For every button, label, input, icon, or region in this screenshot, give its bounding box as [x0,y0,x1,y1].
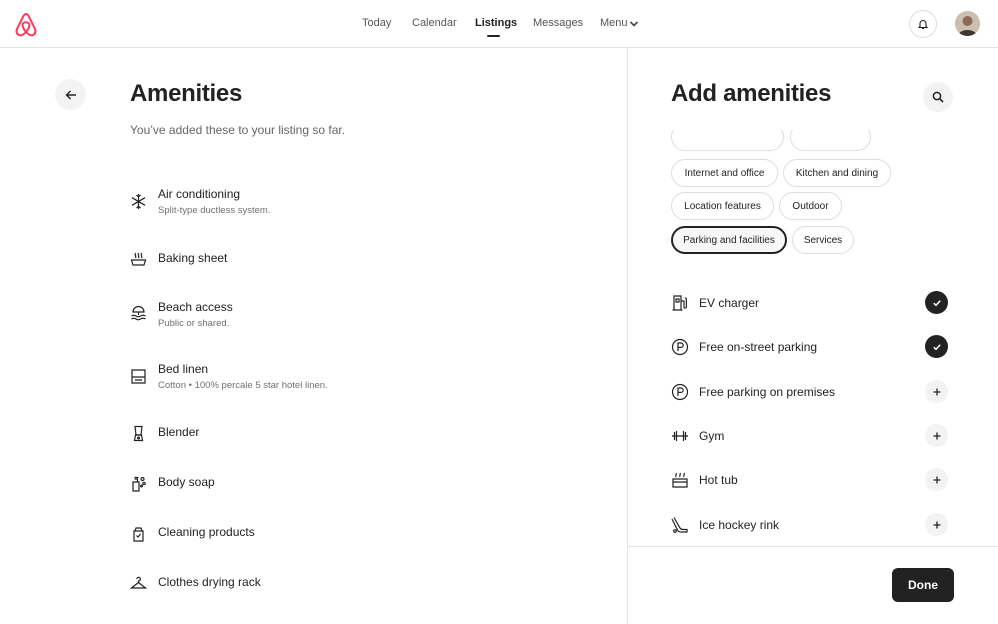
remove-amenity-button[interactable] [925,291,948,314]
nav-messages[interactable]: Messages [533,17,583,29]
hockey-icon [671,516,689,534]
option-name: Ice hockey rink [699,518,780,532]
main-nav: Today Calendar Listings Messages Menu [0,0,998,48]
check-icon [932,298,942,308]
amenity-option: Hot tub [671,468,951,492]
amenity-option: Gym [671,424,951,448]
chip-outdoor[interactable]: Outdoor [779,192,842,220]
amenity-name: Cleaning products [158,525,255,539]
amenity-description: Public or shared. [158,318,230,329]
nav-menu[interactable]: Menu [600,17,628,29]
plus-icon [932,520,942,530]
add-amenity-button[interactable] [925,513,948,536]
amenity-option: EV charger [671,291,951,315]
avatar[interactable] [955,11,980,36]
nav-calendar[interactable]: Calendar [412,17,457,29]
chip-services[interactable]: Services [792,226,854,254]
snowflake-icon [130,193,147,210]
plus-icon [932,475,942,485]
category-chip-partial[interactable] [671,130,784,151]
parking-icon [671,383,689,401]
amenity-option: Free on-street parking [671,335,951,359]
chip-kitchen-and-dining[interactable]: Kitchen and dining [783,159,891,187]
nav-listings[interactable]: Listings [475,17,517,29]
hot-tub-icon [671,471,689,489]
chip-location-features[interactable]: Location features [671,192,774,220]
footer-divider [628,546,998,547]
remove-amenity-button[interactable] [925,335,948,358]
top-navigation-bar: Today Calendar Listings Messages Menu [0,0,998,48]
chip-parking-and-facilities[interactable]: Parking and facilities [671,226,787,254]
page-title: Amenities [130,80,243,107]
soap-icon [130,475,147,492]
chevron-down-icon[interactable] [629,19,639,29]
amenity-name: Air conditioning [158,187,241,201]
gym-icon [671,427,689,445]
add-amenity-button[interactable] [925,380,948,403]
add-amenity-button[interactable] [925,424,948,447]
amenity-name: Clothes drying rack [158,575,261,589]
bell-icon [917,18,929,30]
notifications-button[interactable] [909,10,937,38]
parking-icon [671,338,689,356]
category-chip-partial[interactable] [790,130,871,151]
arrow-left-icon [65,89,77,101]
amenity-name: Body soap [158,475,215,489]
ev-charger-icon [671,294,689,312]
baking-sheet-icon [130,251,147,268]
page-subtitle: You’ve added these to your listing so fa… [130,123,346,137]
chip-internet-and-office[interactable]: Internet and office [671,159,778,187]
hanger-icon [130,575,147,592]
option-name: Hot tub [699,473,738,487]
option-name: Free on-street parking [699,340,818,354]
amenity-name: Baking sheet [158,251,228,265]
beach-icon [130,305,147,322]
option-name: Free parking on premises [699,385,836,399]
amenity-option: Free parking on premises [671,380,951,404]
cleaning-icon [130,525,147,542]
nav-active-indicator [487,35,500,37]
done-button[interactable]: Done [892,568,954,602]
option-name: Gym [699,429,725,443]
add-amenities-title: Add amenities [671,80,832,107]
back-button[interactable] [55,79,86,110]
search-icon [932,91,944,103]
bed-linen-icon [130,368,147,385]
blender-icon [130,425,147,442]
category-chips: Internet and office Kitchen and dining L… [628,130,998,260]
amenity-description: Split-type ductless system. [158,205,271,216]
amenity-name: Blender [158,425,200,439]
option-name: EV charger [699,296,760,310]
plus-icon [932,431,942,441]
amenity-name: Beach access [158,300,233,314]
plus-icon [932,387,942,397]
search-button[interactable] [923,82,953,112]
add-amenity-button[interactable] [925,468,948,491]
nav-today[interactable]: Today [362,17,391,29]
check-icon [932,342,942,352]
amenity-description: Cotton • 100% percale 5 star hotel linen… [158,380,328,391]
amenity-option: Ice hockey rink [671,513,951,537]
amenity-name: Bed linen [158,362,209,376]
